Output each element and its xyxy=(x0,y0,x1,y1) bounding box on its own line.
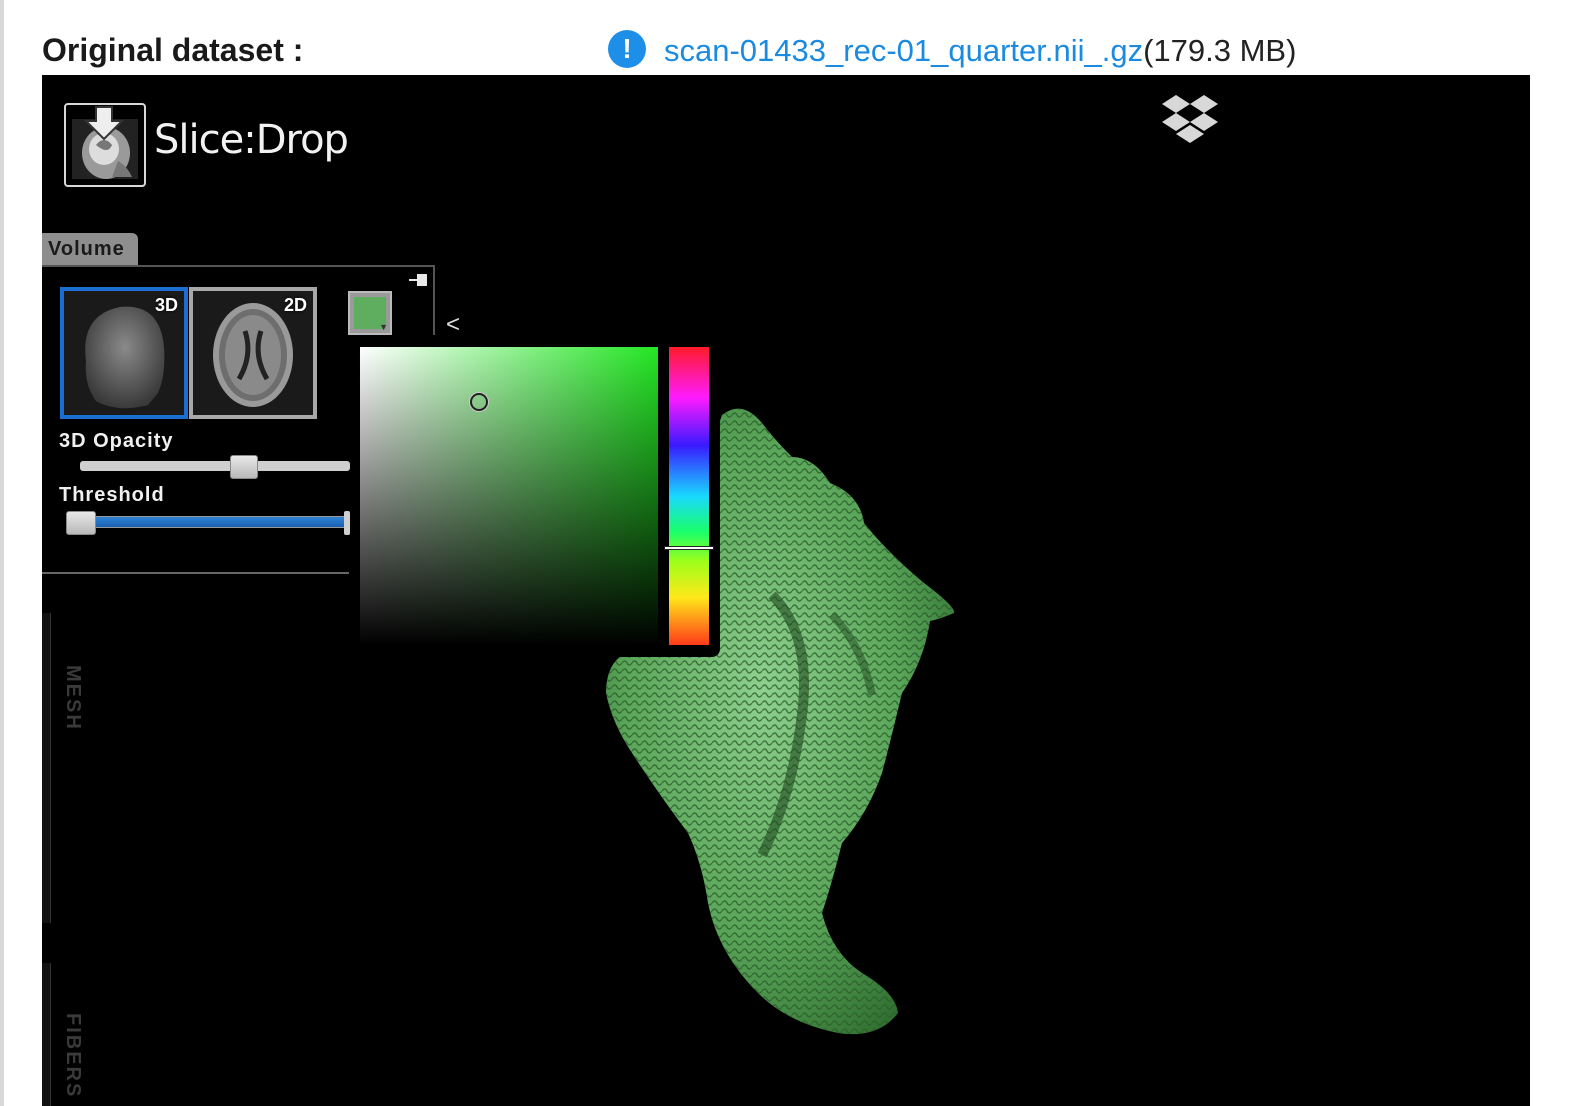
color-cursor-handle[interactable] xyxy=(470,393,488,411)
panel-divider xyxy=(433,265,435,335)
color-picker[interactable] xyxy=(360,345,720,657)
tab-fibers[interactable]: FIBERS xyxy=(61,1013,84,1098)
app-logo-text: Slice:Drop xyxy=(154,117,349,163)
threshold-min-handle[interactable] xyxy=(66,511,96,535)
hue-slider-handle[interactable] xyxy=(664,546,714,550)
threshold-slider[interactable] xyxy=(80,516,348,528)
slicedrop-logo-icon xyxy=(64,103,146,187)
dropbox-icon[interactable] xyxy=(1162,95,1218,143)
dataset-label: Original dataset : xyxy=(42,32,304,68)
threshold-label: Threshold xyxy=(59,484,165,506)
file-size: (179.3 MB) xyxy=(1143,33,1297,68)
tab-mesh[interactable]: MESH xyxy=(61,665,84,731)
file-download-link[interactable]: scan-01433_rec-01_quarter.nii_.gz xyxy=(664,33,1143,68)
info-icon[interactable]: ! xyxy=(608,30,646,68)
panel-divider xyxy=(42,572,349,574)
panel-divider xyxy=(42,265,434,267)
color-swatch-button[interactable]: ▼ xyxy=(348,291,392,335)
threshold-max-handle[interactable] xyxy=(344,511,350,535)
dropdown-arrow-icon: ▼ xyxy=(379,322,388,332)
fibers-panel-edge xyxy=(42,963,51,1106)
file-line: scan-01433_rec-01_quarter.nii_.gz(179.3 … xyxy=(664,33,1296,69)
saturation-value-area[interactable] xyxy=(360,347,658,645)
slicedrop-viewer[interactable]: Slice:Drop Volume 3D 2D ▼ < 3D Opacity T… xyxy=(42,75,1530,1106)
render-mode-2d-button[interactable]: 2D xyxy=(189,287,317,419)
thumb-3d-label: 3D xyxy=(154,295,178,315)
render-mode-3d-button[interactable]: 3D xyxy=(60,287,188,419)
page-border xyxy=(0,0,4,1106)
opacity-label: 3D Opacity xyxy=(59,430,174,452)
tab-volume[interactable]: Volume xyxy=(42,233,138,265)
hue-slider[interactable] xyxy=(669,347,709,645)
mesh-panel-edge xyxy=(42,613,51,923)
opacity-slider[interactable] xyxy=(80,461,350,471)
opacity-slider-handle[interactable] xyxy=(230,455,258,479)
pin-icon[interactable] xyxy=(408,271,430,291)
collapse-panel-icon[interactable]: < xyxy=(446,311,460,339)
thumb-2d-label: 2D xyxy=(283,295,307,315)
